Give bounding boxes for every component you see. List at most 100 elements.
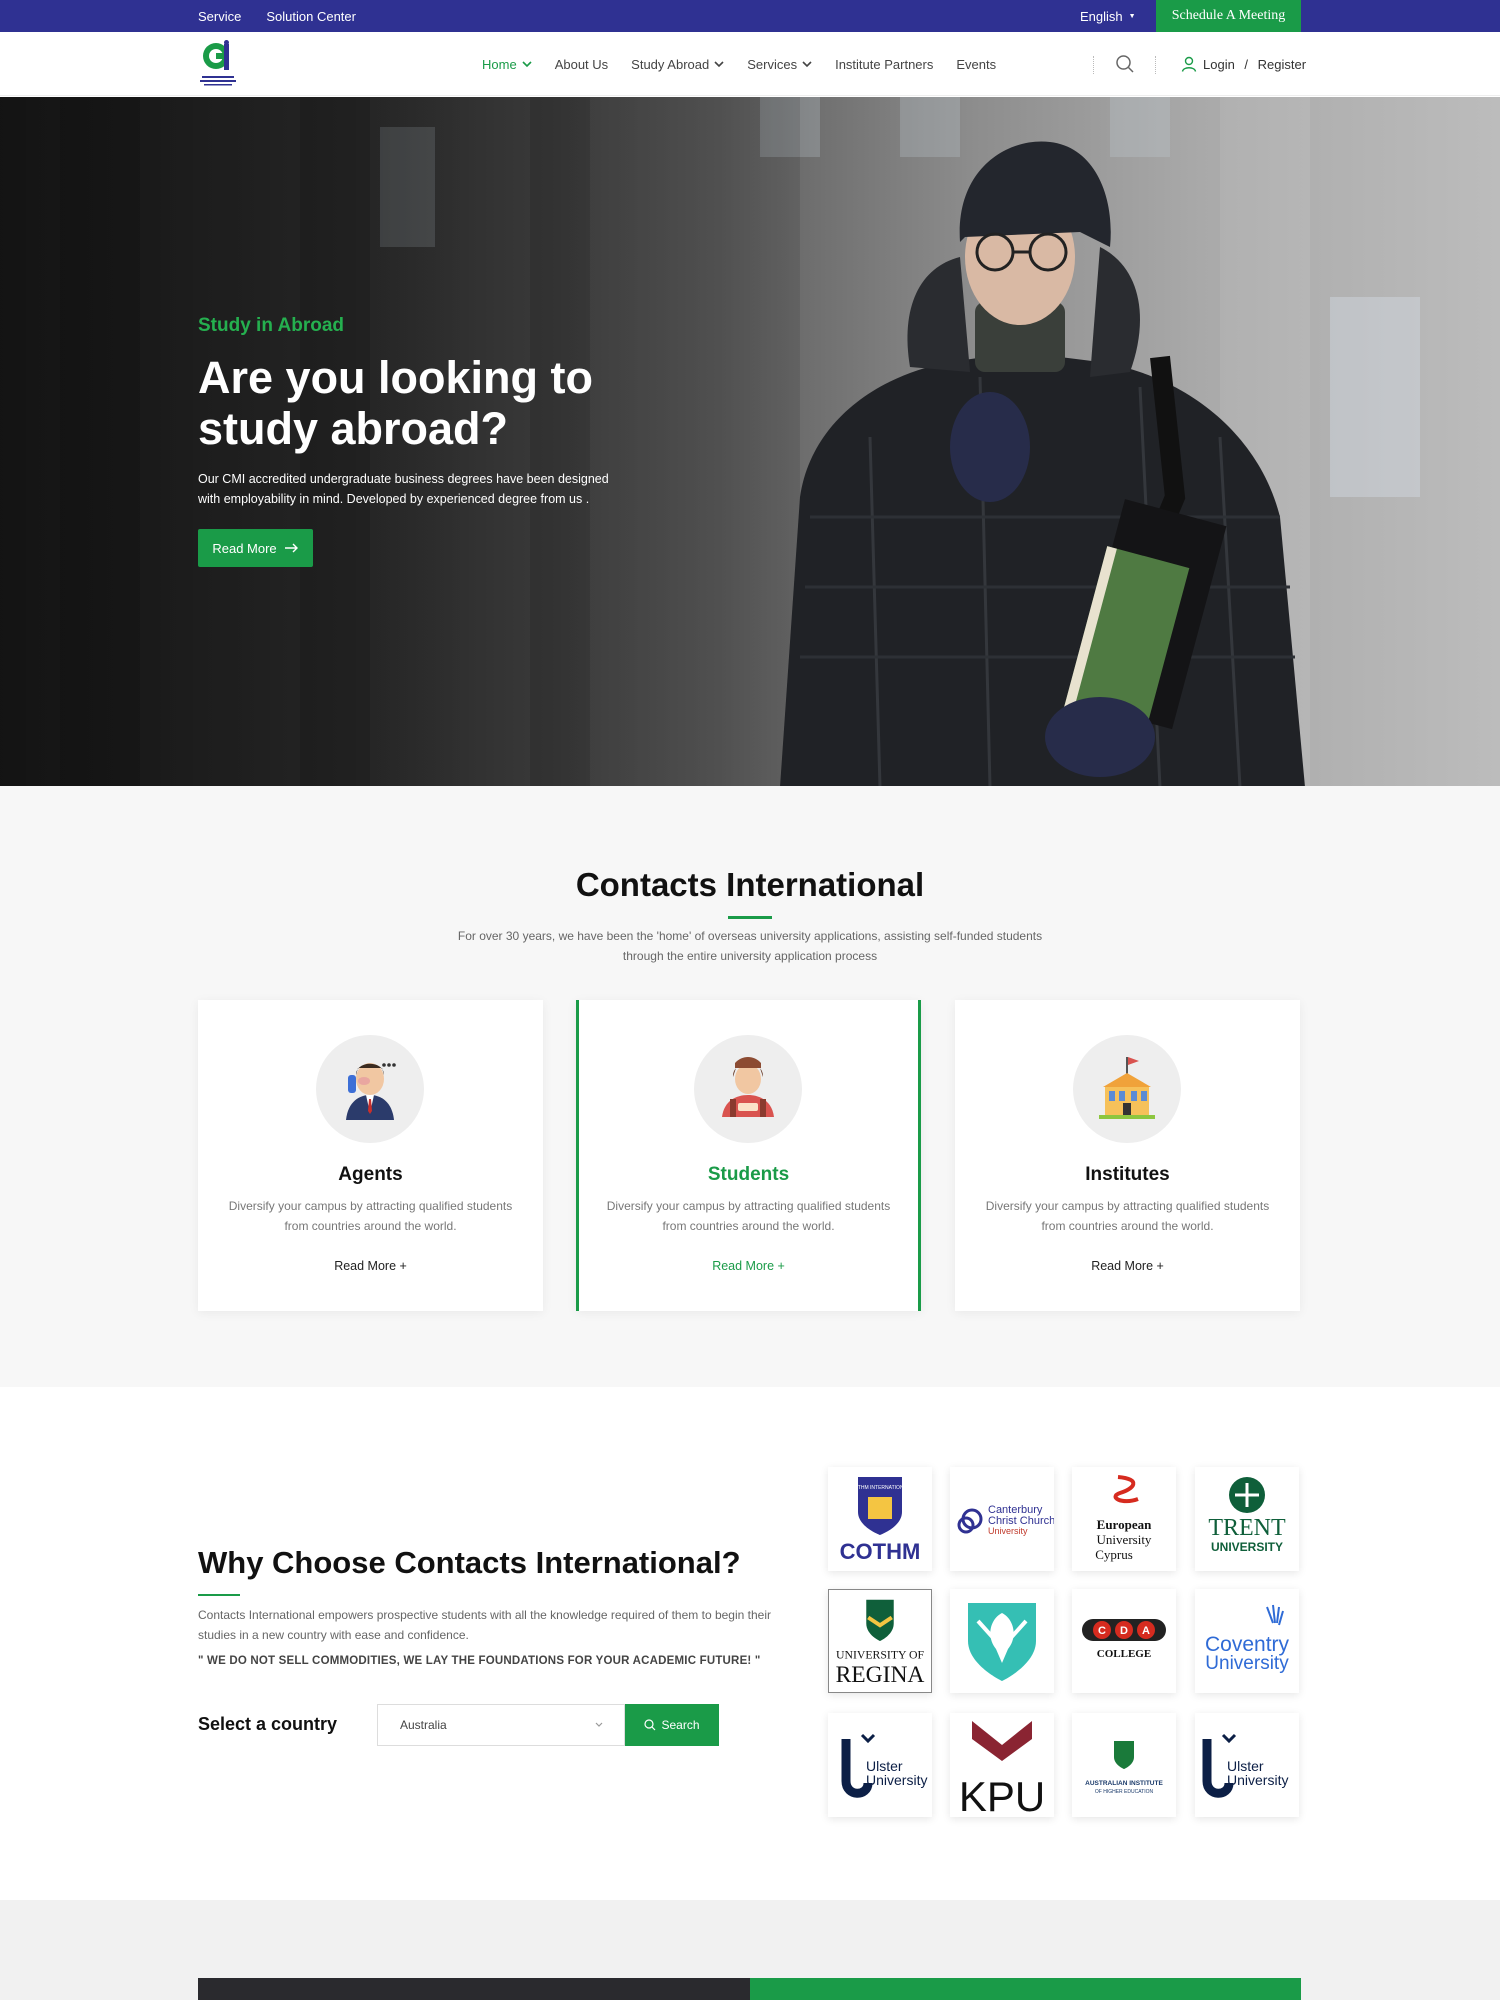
svg-text:D: D [1120,1625,1128,1637]
students-card[interactable]: Students Diversify your campus by attrac… [576,1000,921,1311]
nav-item-events[interactable]: Events [956,57,996,72]
login-separator: / [1240,56,1252,72]
nav-item-institute-partners[interactable]: Institute Partners [835,57,933,72]
chevron-down-icon [714,61,724,68]
solution-center-link[interactable]: Solution Center [266,9,356,24]
hero-subtitle: Study in Abroad [198,315,345,336]
partner-logo-kpu[interactable]: KPU [950,1713,1054,1817]
user-icon [1181,56,1197,72]
hero-description: Our CMI accredited undergraduate busines… [198,472,609,506]
card-read-more-link[interactable]: Read More + [198,1259,543,1273]
nav-label: About Us [554,56,609,72]
svg-text:University: University [1227,1772,1288,1788]
partner-logo-crest[interactable] [950,1589,1054,1693]
logo-icon [200,40,236,86]
svg-text:UNIVERSITY: UNIVERSITY [1211,1540,1283,1554]
nav-item-home[interactable]: Home [482,57,532,72]
nav-divider [1155,56,1156,74]
partner-logo-ulster[interactable]: Ulster University [1195,1713,1299,1817]
card-read-more-link[interactable]: Read More + [955,1259,1300,1273]
selected-country: Australia [400,1718,447,1732]
partner-logo-regina[interactable]: UNIVERSITY OF REGINA [828,1589,932,1693]
partner-logo-cothm[interactable]: COTHM INTERNATIONAL COTHM [828,1467,932,1571]
partner-logo-cda[interactable]: C D A COLLEGE [1072,1589,1176,1693]
svg-text:Cyprus: Cyprus [1095,1547,1133,1562]
agent-icon [316,1035,424,1143]
svg-text:KPU: KPU [959,1773,1045,1817]
partner-logo-european[interactable]: European University Cyprus [1072,1467,1176,1571]
nav-label: Services [747,56,798,72]
section-title: Contacts International [575,866,925,903]
card-description: Diversify your campus by attracting qual… [228,1199,513,1233]
top-bar: Service Solution Center English ▼ Schedu… [0,0,1500,32]
svg-text:European: European [1097,1517,1152,1532]
bottom-green-panel [750,1978,1301,2000]
chevron-down-icon [522,61,532,68]
why-choose-section: Why Choose Contacts International? Conta… [0,1387,1500,1900]
card-description: Diversify your campus by attracting qual… [985,1199,1270,1233]
cothm-top-text: COTHM INTERNATIONAL [850,1485,910,1491]
why-quote: " WE DO NOT SELL COMMODITIES, WE LAY THE… [198,1655,761,1667]
language-selector[interactable]: English ▼ [1080,0,1136,32]
register-label[interactable]: Register [1258,57,1306,72]
partner-logo-canterbury[interactable]: Canterbury Christ Church University [950,1467,1054,1571]
svg-text:University: University [1205,1653,1289,1674]
nav-label: Institute Partners [835,56,934,72]
svg-text:TRENT: TRENT [1208,1515,1286,1541]
main-navbar: Home About Us Study Abroad Services Inst… [0,32,1500,96]
login-register-link[interactable]: Login / Register [1181,32,1306,96]
country-select[interactable]: Australia [377,1704,625,1746]
nav-item-services[interactable]: Services [747,57,812,72]
svg-text:A: A [1142,1625,1150,1637]
card-description: Diversify your campus by attracting qual… [606,1199,891,1233]
site-logo[interactable] [198,40,238,88]
student-photo [780,141,1305,786]
svg-text:COLLEGE: COLLEGE [1097,1648,1151,1660]
partner-logo-coventry[interactable]: Coventry University [1195,1589,1299,1693]
nav-item-study-abroad[interactable]: Study Abroad [631,57,724,72]
title-underline [728,916,772,919]
agents-card[interactable]: Agents Diversify your campus by attracti… [198,1000,543,1311]
institutes-card[interactable]: Institutes Diversify your campus by attr… [955,1000,1300,1311]
svg-text:UNIVERSITY OF: UNIVERSITY OF [836,1649,924,1662]
svg-text:REGINA: REGINA [836,1662,925,1688]
top-links: Service Solution Center [198,0,356,32]
hero-read-more-button[interactable]: Read More [198,529,313,567]
schedule-meeting-button[interactable]: Schedule A Meeting [1156,0,1301,32]
student-icon [694,1035,802,1143]
search-button[interactable]: Search [625,1704,719,1746]
login-label[interactable]: Login [1203,57,1235,72]
card-title: Students [707,1164,790,1185]
svg-text:OF HIGHER EDUCATION: OF HIGHER EDUCATION [1095,1789,1154,1795]
bottom-dark-panel [198,1978,750,2000]
why-description: Contacts International empowers prospect… [198,1608,771,1642]
nav-divider [1093,56,1094,74]
search-icon [644,1719,656,1731]
partner-logo-trent[interactable]: TRENT UNIVERSITY [1195,1467,1299,1571]
partner-logo-aihe[interactable]: AUSTRALIAN INSTITUTE OF HIGHER EDUCATION [1072,1713,1176,1817]
chevron-down-icon [802,61,812,68]
svg-text:University: University [988,1526,1028,1536]
nav-item-about[interactable]: About Us [555,57,608,72]
main-menu: Home About Us Study Abroad Services Inst… [482,32,996,96]
why-title: Why Choose Contacts International? [198,1545,741,1580]
bottom-section [0,1900,1500,2000]
card-read-more-link[interactable]: Read More + [579,1259,918,1273]
search-icon[interactable] [1115,54,1135,74]
svg-text:AUSTRALIAN INSTITUTE: AUSTRALIAN INSTITUTE [1085,1780,1163,1787]
language-label: English [1080,8,1123,24]
svg-text:University: University [1097,1532,1152,1547]
institute-icon [1073,1035,1181,1143]
search-button-label: Search [661,1718,700,1732]
hero-title: Are you looking to study abroad? [198,352,594,454]
chevron-down-icon [595,1722,603,1727]
button-label: Read More [212,540,277,556]
nav-label: Events [956,56,997,72]
about-section: Contacts International For over 30 years… [0,786,1500,1387]
partner-logo-ulster[interactable]: Ulster University [828,1713,932,1817]
card-title: Institutes [1085,1164,1170,1185]
select-country-label: Select a country [198,1714,338,1734]
service-link[interactable]: Service [198,9,241,24]
nav-label: Study Abroad [631,56,710,72]
caret-down-icon: ▼ [1128,12,1136,20]
